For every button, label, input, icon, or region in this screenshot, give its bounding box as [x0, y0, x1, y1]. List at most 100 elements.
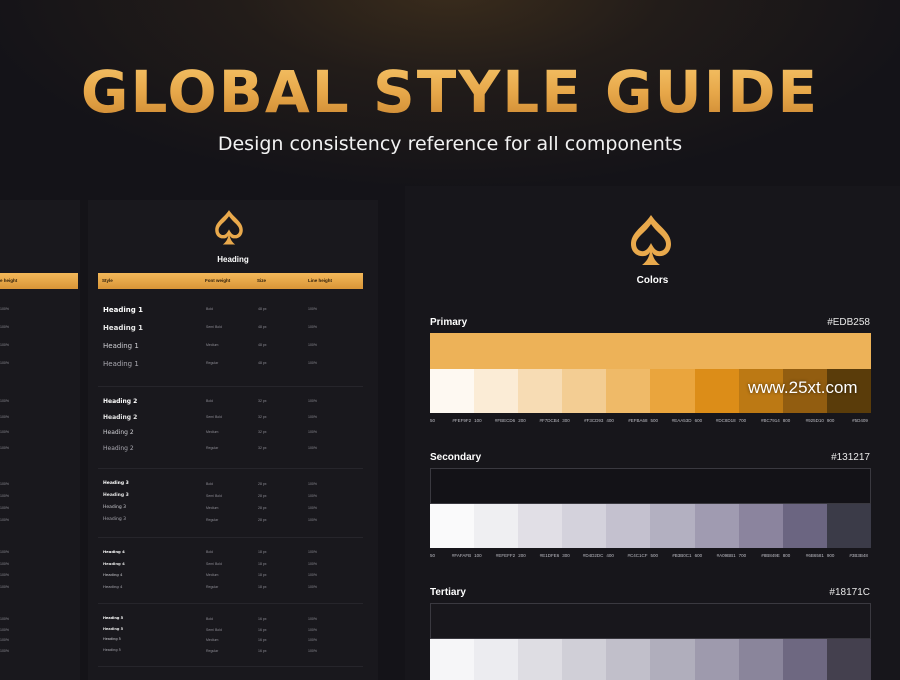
row-style-name: Heading 2: [103, 429, 134, 436]
shade-swatch: [694, 369, 739, 413]
column-header-line-height: Line height: [308, 278, 332, 283]
shade-step: 300: [562, 418, 570, 423]
palette-name: Tertiary: [430, 587, 466, 598]
shade-label: 400 #C4C1CF: [606, 553, 650, 561]
shade-hex: #DC8D18: [715, 418, 736, 423]
row-style-name: Heading 3: [103, 517, 127, 522]
palette-hex: #EDB258: [827, 317, 870, 328]
typography-card: Heading Style Font weight Size Line heig…: [88, 200, 378, 680]
row-weight: Semi Bold: [206, 561, 222, 566]
shade-swatch: [606, 504, 651, 548]
row-line: 100%: [308, 343, 317, 347]
shade-step: 50: [430, 418, 436, 423]
row-style-name: Heading 1: [103, 360, 139, 368]
shade-swatch: [430, 369, 475, 413]
table-header: e height: [0, 273, 78, 289]
row-line-height: 100%: [0, 414, 9, 419]
group-divider: [98, 386, 363, 387]
shade-hex: #5D409: [852, 418, 868, 423]
row-line-height: 100%: [0, 445, 9, 450]
palette-name: Primary: [430, 317, 468, 328]
row-line: 100%: [308, 617, 317, 621]
shade-hex: #EFBA68: [628, 418, 648, 423]
row-line-height: 100%: [0, 361, 9, 365]
row-size: 32 px: [258, 414, 267, 419]
watermark: www.25xt.com: [748, 378, 858, 397]
shade-label: 900 #5D409: [827, 418, 871, 426]
row-line-height: 100%: [0, 343, 9, 347]
shade-swatch: [782, 504, 827, 548]
row-weight: Semi Bold: [206, 627, 222, 632]
row-weight: Bold: [206, 307, 214, 311]
row-style-name: Heading 4: [103, 549, 125, 554]
shade-step: 500: [650, 418, 658, 423]
shade-labels: 50 #FEF9F2 100 #FBECD6 200 #F7DCB4 300 #F3CD93 4…: [430, 418, 871, 426]
row-line-height: 100%: [0, 617, 9, 621]
shade-label: 400 #EFBA68: [606, 418, 650, 426]
row-weight: Bold: [206, 399, 214, 403]
typography-card-partial: e height 100% 100% 100% 100% 100% 100% 100% 100…: [0, 200, 80, 680]
shade-hex: #BC7914: [760, 418, 780, 423]
row-size: 28 px: [258, 482, 267, 486]
shade-swatch: [782, 639, 827, 680]
row-style-name: Heading 5: [103, 626, 124, 631]
shade-step: 700: [738, 418, 747, 423]
group-divider: [98, 603, 363, 604]
row-line-height: 100%: [0, 506, 9, 510]
palette-hex: #131217: [831, 452, 870, 463]
row-size: 16 px: [258, 648, 267, 653]
row-size: 28 px: [258, 518, 267, 522]
shade-swatch: [474, 504, 519, 548]
row-line-height: 100%: [0, 494, 9, 498]
shade-step: 50: [430, 553, 436, 558]
shade-labels: 50 #FAFAFB 100 #EFEFF2 200 #E1DFE6 300 #D4D2DC 4…: [430, 553, 871, 561]
row-line-height: 100%: [0, 550, 9, 554]
main-color-swatch: [430, 333, 871, 369]
shade-step: 400: [606, 553, 614, 558]
row-size: 18 px: [258, 550, 267, 554]
row-style-name: Heading 2: [103, 444, 134, 452]
shade-step: 700: [738, 553, 747, 558]
row-style-name: Heading 5: [103, 647, 121, 652]
shade-step: 100: [474, 418, 482, 423]
shade-label: 200 #E1DFE6: [518, 553, 562, 561]
shade-label: 900 #3B3B48: [827, 553, 871, 561]
row-weight: Medium: [206, 430, 219, 434]
row-line-height: 100%: [0, 648, 9, 653]
row-size: 32 px: [258, 399, 267, 403]
row-line: 100%: [308, 506, 317, 510]
shade-label: 600 #DC8D18: [695, 418, 739, 426]
row-line: 100%: [308, 648, 317, 653]
shade-label: 50 #FAFAFB: [430, 553, 474, 561]
row-line: 100%: [308, 430, 317, 434]
row-line: 100%: [308, 518, 317, 522]
group-divider: [98, 537, 363, 538]
spade-icon: [631, 215, 671, 265]
row-size: 48 px: [258, 325, 267, 329]
row-line: 100%: [308, 414, 317, 419]
row-size: 48 px: [258, 307, 267, 311]
row-weight: Regular: [206, 361, 219, 365]
shade-swatch: [738, 639, 783, 680]
column-header-line-height: e height: [0, 278, 18, 283]
shade-swatch: [650, 504, 695, 548]
shade-swatch: [650, 369, 695, 413]
row-size: 28 px: [258, 494, 267, 498]
row-weight: Bold: [206, 482, 214, 486]
shade-hex: #6B6581: [805, 553, 824, 558]
row-line: 100%: [308, 325, 317, 329]
row-line: 100%: [308, 573, 317, 577]
row-line: 100%: [308, 307, 317, 311]
page-subtitle: Design consistency reference for all com…: [217, 133, 683, 155]
row-line-height: 100%: [0, 399, 9, 403]
row-line: 100%: [308, 627, 317, 632]
table-header: Style Font weight Size Line height: [98, 273, 363, 289]
row-line: 100%: [308, 361, 317, 365]
shade-swatch: [562, 504, 607, 548]
row-weight: Bold: [206, 617, 214, 621]
row-line-height: 100%: [0, 627, 9, 632]
row-line: 100%: [308, 399, 317, 403]
row-line-height: 100%: [0, 307, 9, 311]
row-weight: Bold: [206, 550, 214, 554]
shade-swatch: [430, 639, 475, 680]
